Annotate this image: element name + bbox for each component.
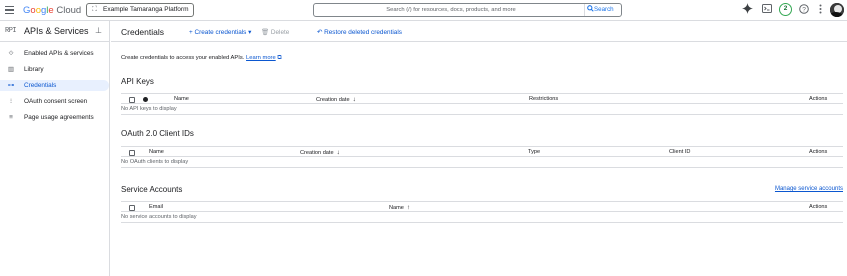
search-icon xyxy=(587,5,594,12)
api-icon: RPI xyxy=(5,27,17,35)
select-all-checkbox[interactable] xyxy=(129,96,135,103)
empty-row: No API keys to display xyxy=(121,104,843,115)
oauth-icon: ⁝ xyxy=(9,98,13,105)
google-cloud-logo[interactable]: Google Cloud xyxy=(23,5,81,16)
enabled-apis-icon: ⟐ xyxy=(8,50,14,57)
col-creation-date[interactable]: Creation date ↓ xyxy=(300,149,340,156)
help-icon[interactable]: ? xyxy=(797,2,810,15)
main-content: Credentials + Create credentials ▾ 🗑︎ De… xyxy=(111,21,847,276)
col-actions: Actions xyxy=(809,96,828,102)
toolbar: Credentials + Create credentials ▾ 🗑︎ De… xyxy=(111,21,847,42)
pin-icon[interactable]: ⊥ xyxy=(95,26,102,35)
project-picker[interactable]: ⛶ Example Tamaranga Platform xyxy=(86,3,194,17)
intro-text: Create credentials to access your enable… xyxy=(121,55,282,61)
select-all-checkbox[interactable] xyxy=(129,149,135,156)
sidebar: RPI APIs & Services ⊥ ⟐ Enabled APIs & s… xyxy=(0,21,110,276)
manage-service-accounts-link[interactable]: Manage service accounts xyxy=(775,186,843,192)
sidebar-item-library[interactable]: ▥ Library xyxy=(0,64,109,75)
sidebar-nav: ⟐ Enabled APIs & services ▥ Library ⊶ Cr… xyxy=(0,42,109,123)
agreements-icon: ≡ xyxy=(9,114,13,121)
service-accounts-header: Email Name ↑ Actions xyxy=(121,201,843,212)
create-credentials-button[interactable]: + Create credentials ▾ xyxy=(189,28,251,36)
project-name: Example Tamaranga Platform xyxy=(103,6,189,13)
sidebar-header: RPI APIs & Services ⊥ xyxy=(0,21,109,42)
search-button[interactable]: Search xyxy=(584,4,621,16)
col-type: Type xyxy=(528,149,541,155)
arrow-down-icon: ↓ xyxy=(336,149,340,156)
col-actions: Actions xyxy=(809,204,828,210)
delete-button[interactable]: 🗑︎ Delete xyxy=(261,28,289,36)
status-dot-icon xyxy=(143,97,148,102)
arrow-down-icon: ↓ xyxy=(352,96,356,103)
more-vert-icon[interactable] xyxy=(814,2,827,15)
search-bar: Search xyxy=(313,3,622,17)
key-icon: ⊶ xyxy=(7,82,15,89)
sidebar-item-enabled-apis[interactable]: ⟐ Enabled APIs & services xyxy=(0,48,109,59)
trash-icon: 🗑︎ xyxy=(261,29,271,36)
oauth-header: Name Creation date ↓ Type Client ID Actio… xyxy=(121,146,843,157)
restore-button[interactable]: ↶ Restore deleted credentials xyxy=(317,28,402,36)
top-bar: Google Cloud ⛶ Example Tamaranga Platfor… xyxy=(0,0,847,21)
cloud-shell-icon[interactable] xyxy=(760,2,773,15)
menu-icon[interactable] xyxy=(5,6,14,14)
page-title: Credentials xyxy=(121,27,164,37)
empty-row: No OAuth clients to display xyxy=(121,157,843,168)
col-name[interactable]: Name ↑ xyxy=(389,204,410,211)
external-link-icon: ⧉ xyxy=(275,55,282,61)
col-creation-date[interactable]: Creation date ↓ xyxy=(316,96,356,103)
search-input[interactable] xyxy=(314,4,584,16)
learn-more-link[interactable]: Learn more xyxy=(246,55,276,61)
service-accounts-title: Service Accounts xyxy=(121,185,183,194)
col-email[interactable]: Email xyxy=(149,204,163,210)
empty-row: No service accounts to display xyxy=(121,212,843,223)
svg-text:?: ? xyxy=(802,6,806,13)
col-name[interactable]: Name xyxy=(149,149,164,155)
project-icon: ⛶ xyxy=(92,6,97,13)
col-actions: Actions xyxy=(809,149,828,155)
sidebar-item-oauth-consent[interactable]: ⁝ OAuth consent screen xyxy=(0,96,109,107)
sidebar-item-page-usage[interactable]: ≡ Page usage agreements xyxy=(0,112,109,123)
oauth-title: OAuth 2.0 Client IDs xyxy=(121,129,194,138)
library-icon: ▥ xyxy=(7,66,15,73)
sidebar-title: APIs & Services xyxy=(24,26,89,36)
avatar[interactable] xyxy=(830,3,844,17)
notifications-badge[interactable]: 2 xyxy=(779,3,792,16)
arrow-up-icon: ↑ xyxy=(406,204,411,211)
select-all-checkbox[interactable] xyxy=(129,204,135,211)
col-client-id: Client ID xyxy=(669,149,691,155)
api-keys-header: Name Creation date ↓ Restrictions Actions xyxy=(121,93,843,104)
gemini-sparkle-icon[interactable] xyxy=(741,2,754,15)
col-name[interactable]: Name xyxy=(174,96,189,102)
api-keys-title: API Keys xyxy=(121,77,154,86)
sidebar-item-credentials[interactable]: ⊶ Credentials xyxy=(0,80,109,91)
col-restrictions: Restrictions xyxy=(529,96,559,102)
